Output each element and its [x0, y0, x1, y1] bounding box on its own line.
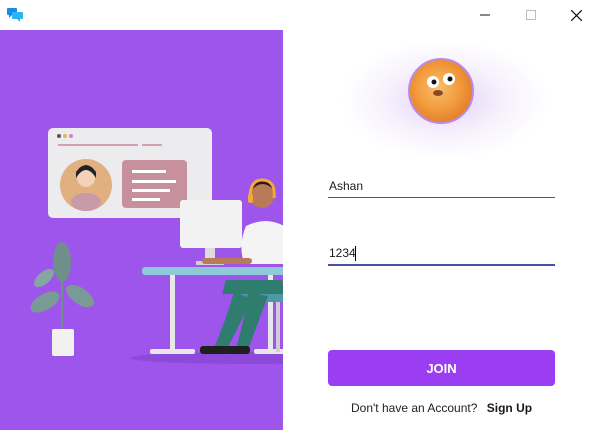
maximize-button[interactable]: [508, 0, 554, 30]
text-caret: [355, 246, 356, 261]
username-field[interactable]: [328, 174, 555, 198]
minimize-icon: [480, 14, 490, 16]
maximize-icon: [526, 10, 536, 20]
password-field[interactable]: [328, 242, 555, 266]
illustration-panel: [0, 30, 283, 430]
password-input[interactable]: [328, 242, 555, 264]
pufferfish-avatar-icon: [427, 73, 455, 96]
minimize-button[interactable]: [462, 0, 508, 30]
join-button[interactable]: JOIN: [328, 350, 555, 386]
chat-bubbles-icon: [7, 8, 23, 22]
title-bar: [0, 0, 599, 30]
signup-prompt: Don't have an Account?: [351, 401, 478, 415]
avatar: [408, 58, 474, 124]
signup-link[interactable]: Sign Up: [487, 401, 532, 415]
username-input[interactable]: [328, 174, 555, 197]
signup-row: Don't have an Account? Sign Up: [351, 401, 532, 415]
close-icon: [570, 9, 582, 21]
close-button[interactable]: [553, 0, 599, 30]
